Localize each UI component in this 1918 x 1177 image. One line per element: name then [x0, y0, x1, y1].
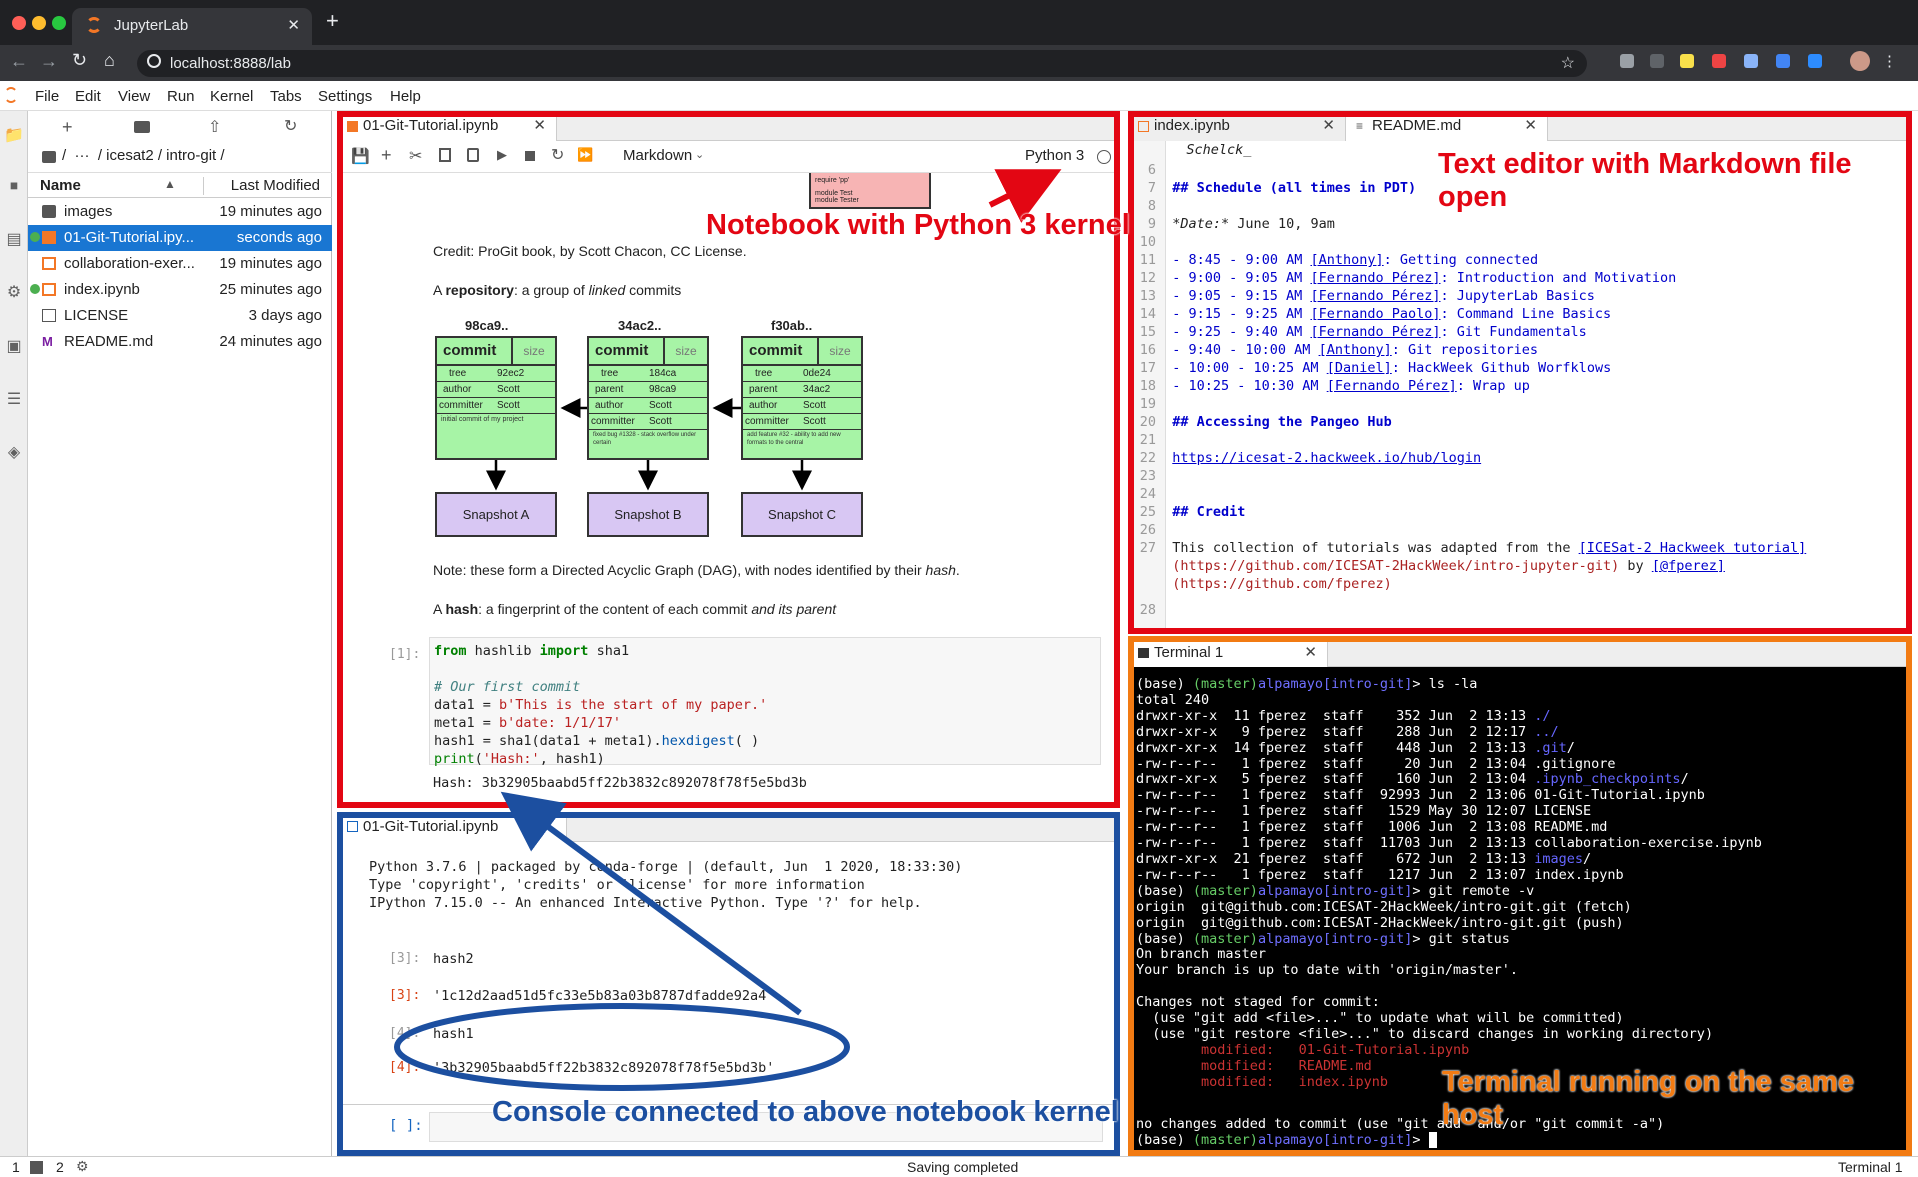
- status-message: Saving completed: [907, 1159, 1019, 1175]
- status-bar: 1 2 ⚙ Saving completed Terminal 1: [0, 1156, 1918, 1177]
- status-active-tab: Terminal 1: [1838, 1159, 1903, 1175]
- blue-ellipse: [394, 1003, 850, 1091]
- status-kernel-count[interactable]: 1: [12, 1159, 20, 1175]
- editor-annotation: Text editor with Markdown file open: [1438, 148, 1852, 213]
- notebook-annotation: Notebook with Python 3 kernel: [706, 209, 1130, 241]
- gear-icon[interactable]: ⚙: [76, 1158, 89, 1175]
- terminal-icon: [30, 1161, 43, 1174]
- red-arrow: [988, 169, 1062, 223]
- status-terminal-count[interactable]: 2: [56, 1159, 64, 1175]
- console-annotation: Console connected to above notebook kern…: [492, 1096, 1119, 1128]
- blue-arrow: [500, 791, 802, 1016]
- terminal-annotation: Terminal running on the same host: [1442, 1066, 1854, 1131]
